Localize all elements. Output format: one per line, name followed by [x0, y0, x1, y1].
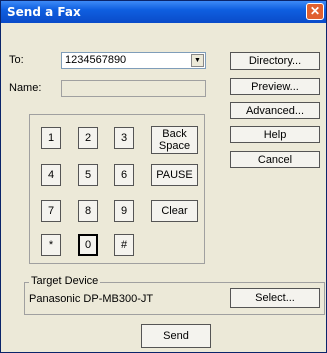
key-9[interactable]: 9	[114, 200, 134, 222]
name-field[interactable]	[61, 80, 206, 97]
title-bar: Send a Fax ✕	[1, 1, 326, 23]
key-6[interactable]: 6	[114, 164, 134, 186]
name-label: Name:	[9, 82, 42, 94]
key-7[interactable]: 7	[41, 200, 61, 222]
backspace-label-line2: Space	[158, 140, 191, 152]
key-star[interactable]: *	[41, 234, 61, 256]
key-5[interactable]: 5	[78, 164, 98, 186]
to-value: 1234567890	[65, 54, 127, 66]
close-button[interactable]: ✕	[306, 3, 324, 20]
to-combobox[interactable]: 1234567890 ▼	[61, 52, 206, 69]
backspace-label-line1: Back	[162, 128, 187, 140]
pause-button[interactable]: PAUSE	[151, 164, 198, 186]
key-3[interactable]: 3	[114, 127, 134, 149]
key-2[interactable]: 2	[78, 127, 98, 149]
backspace-button[interactable]: Back Space	[151, 126, 198, 154]
send-fax-dialog: Send a Fax ✕ To: 1234567890 ▼ Name: Dire…	[0, 0, 327, 353]
to-label: To:	[9, 54, 24, 66]
key-hash[interactable]: #	[114, 234, 134, 256]
clear-button[interactable]: Clear	[151, 200, 198, 222]
key-1[interactable]: 1	[41, 127, 61, 149]
advanced-button[interactable]: Advanced...	[230, 102, 320, 119]
chevron-down-icon[interactable]: ▼	[191, 54, 204, 67]
select-device-button[interactable]: Select...	[230, 288, 320, 308]
preview-button[interactable]: Preview...	[230, 78, 320, 95]
cancel-button[interactable]: Cancel	[230, 151, 320, 168]
key-4[interactable]: 4	[41, 164, 61, 186]
send-button[interactable]: Send	[141, 324, 211, 348]
key-0[interactable]: 0	[78, 234, 98, 256]
directory-button[interactable]: Directory...	[230, 52, 320, 70]
target-device-label: Target Device	[29, 275, 101, 287]
help-button[interactable]: Help	[230, 126, 320, 143]
key-8[interactable]: 8	[78, 200, 98, 222]
window-title: Send a Fax	[7, 5, 81, 19]
device-name: Panasonic DP-MB300-JT	[29, 293, 154, 305]
